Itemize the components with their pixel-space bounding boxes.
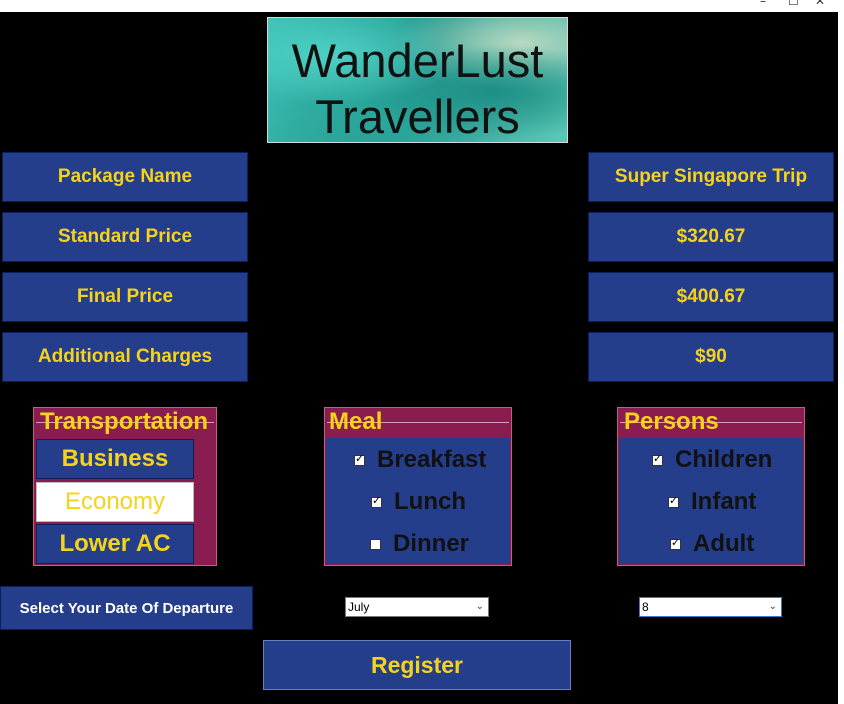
chevron-down-icon[interactable]: ⌄	[476, 598, 484, 616]
persons-title: Persons	[624, 408, 719, 435]
package-name-label: Package Name	[2, 152, 248, 202]
logo-line-2: Travellers	[315, 90, 520, 143]
transport-business-button[interactable]: Business	[36, 439, 194, 479]
window-titlebar: – ☐ ✕	[0, 0, 844, 12]
window-edge	[838, 12, 844, 704]
transport-economy-button[interactable]: Economy	[36, 482, 194, 522]
checkbox-icon[interactable]: ✓	[670, 535, 681, 550]
meal-title: Meal	[329, 408, 383, 435]
persons-group: Persons ✓ Children ✓ Infant ✓ Adult	[617, 407, 805, 566]
meal-breakfast-label: Breakfast	[377, 446, 487, 473]
meal-dinner-checkbox[interactable]: Dinner	[370, 529, 469, 559]
departure-month-select[interactable]: July ⌄	[345, 597, 489, 617]
chevron-down-icon[interactable]: ⌄	[769, 598, 777, 616]
additional-charges-value: $90	[588, 332, 834, 382]
checkbox-icon[interactable]: ✓	[354, 451, 365, 466]
transportation-title: Transportation	[40, 408, 209, 435]
booking-form: WanderLust Travellers Package Name Stand…	[0, 12, 838, 704]
meal-lunch-label: Lunch	[394, 488, 466, 515]
register-button[interactable]: Register	[263, 640, 571, 690]
checkmark-icon: ✓	[653, 451, 663, 465]
transport-lower-ac-button[interactable]: Lower AC	[36, 524, 194, 564]
package-name-value: Super Singapore Trip	[588, 152, 834, 202]
persons-children-checkbox[interactable]: ✓ Children	[652, 445, 772, 475]
standard-price-label: Standard Price	[2, 212, 248, 262]
checkbox-icon[interactable]: ✓	[668, 493, 679, 508]
persons-children-label: Children	[675, 446, 773, 473]
maximize-icon[interactable]: ☐	[788, 0, 799, 8]
brand-logo: WanderLust Travellers	[267, 17, 568, 143]
checkmark-icon: ✓	[372, 493, 382, 507]
checkbox-icon[interactable]: ✓	[371, 493, 382, 508]
checkbox-icon[interactable]: ✓	[652, 451, 663, 466]
persons-infant-label: Infant	[691, 488, 757, 515]
additional-charges-label: Additional Charges	[2, 332, 248, 382]
persons-infant-checkbox[interactable]: ✓ Infant	[668, 487, 756, 517]
checkbox-icon[interactable]	[370, 538, 381, 550]
final-price-label: Final Price	[2, 272, 248, 322]
departure-day-select[interactable]: 8 ⌄	[639, 597, 782, 617]
checkmark-icon: ✓	[669, 493, 679, 507]
standard-price-value: $320.67	[588, 212, 834, 262]
meal-lunch-checkbox[interactable]: ✓ Lunch	[371, 487, 466, 517]
final-price-value: $400.67	[588, 272, 834, 322]
day-value: 8	[642, 600, 649, 614]
logo-line-1: WanderLust	[291, 34, 544, 87]
checkmark-icon: ✓	[671, 535, 681, 549]
checkmark-icon: ✓	[355, 451, 365, 465]
close-icon[interactable]: ✕	[815, 0, 825, 8]
meal-dinner-label: Dinner	[393, 530, 470, 557]
persons-adult-label: Adult	[693, 530, 755, 557]
meal-group: Meal ✓ Breakfast ✓ Lunch Dinner	[324, 407, 512, 566]
persons-adult-checkbox[interactable]: ✓ Adult	[670, 529, 754, 559]
transportation-group: Transportation Business Economy Lower AC	[33, 407, 217, 566]
month-value: July	[348, 600, 370, 614]
departure-label: Select Your Date Of Departure	[0, 586, 253, 630]
meal-breakfast-checkbox[interactable]: ✓ Breakfast	[354, 445, 486, 475]
minimize-icon[interactable]: –	[760, 0, 766, 8]
